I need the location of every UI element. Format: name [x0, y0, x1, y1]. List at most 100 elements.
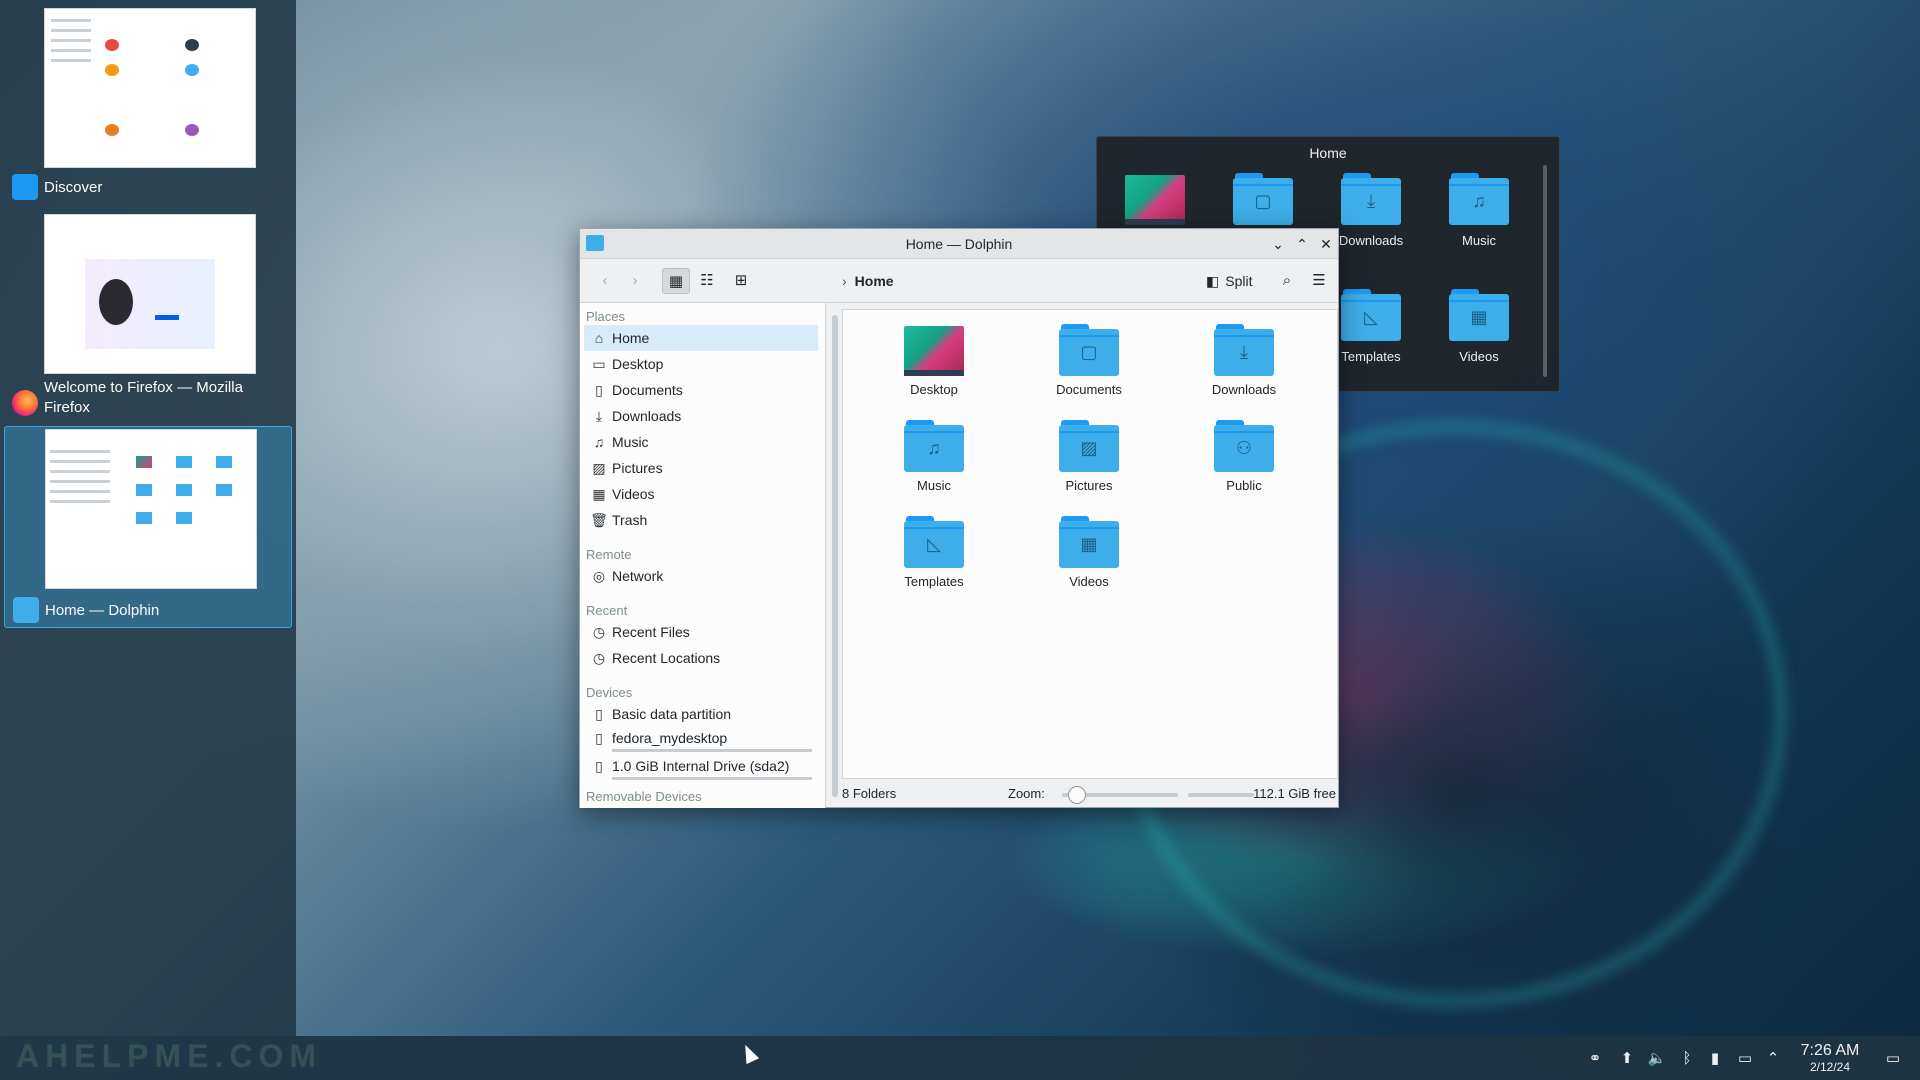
device-item-basic-data-partition[interactable]: ▯ Basic data partition	[584, 701, 818, 727]
places-scrollbar[interactable]	[832, 315, 838, 797]
breadcrumb[interactable]: › Home	[842, 268, 894, 294]
dolphin-icon	[13, 597, 39, 623]
switcher-item-dolphin[interactable]: Home — Dolphin	[4, 426, 292, 628]
home-icon: ⌂	[594, 330, 604, 346]
desktop-folder-icon	[1125, 173, 1185, 225]
file-item-desktop[interactable]: Desktop	[869, 324, 999, 397]
bluetooth-icon[interactable]: ᛒ	[1676, 1048, 1698, 1070]
network-icon: ◎	[592, 568, 606, 584]
places-item-network[interactable]: ◎ Network	[584, 563, 818, 589]
places-item-home[interactable]: ⌂ Home	[584, 325, 818, 351]
places-item-desktop[interactable]: ▭ Desktop	[584, 351, 818, 377]
videos-icon: ▦	[592, 486, 606, 502]
usb-drive-icon[interactable]: ▮	[1704, 1048, 1726, 1070]
search-icon: ⌕	[1282, 272, 1292, 289]
popup-item-videos[interactable]: ▦ Videos	[1431, 289, 1527, 364]
minimize-button[interactable]: ⌄	[1268, 234, 1288, 254]
switcher-item-discover[interactable]: Discover	[4, 6, 292, 202]
folder-count: 8 Folders	[842, 786, 897, 801]
file-view: Desktop ▢ Documents ⤓ Downloads ♫ Music …	[842, 309, 1338, 779]
places-item-videos[interactable]: ▦ Videos	[584, 481, 818, 507]
downloads-icon: ⤓	[595, 408, 603, 424]
documents-folder-icon: ▢	[1233, 173, 1293, 225]
updates-icon[interactable]: ⬆	[1616, 1048, 1638, 1070]
recent-locations-icon: ◷	[592, 650, 606, 666]
videos-folder-icon: ▦	[1059, 516, 1119, 568]
split-icon: ◧	[1206, 273, 1220, 289]
file-item-pictures[interactable]: ▨ Pictures	[1024, 420, 1154, 493]
switcher-title-dolphin: Home — Dolphin	[45, 602, 160, 619]
digital-clock[interactable]: 7:26 AM 2/12/24	[1790, 1042, 1870, 1074]
volume-icon[interactable]: 🔈	[1646, 1048, 1668, 1070]
file-item-downloads[interactable]: ⤓ Downloads	[1179, 324, 1309, 397]
downloads-folder-icon: ⤓	[1341, 173, 1401, 225]
switcher-title-discover: Discover	[44, 179, 103, 196]
file-item-documents[interactable]: ▢ Documents	[1024, 324, 1154, 397]
videos-folder-icon: ▦	[1449, 289, 1509, 341]
firefox-icon	[12, 390, 38, 416]
places-item-pictures[interactable]: ▨ Pictures	[584, 455, 818, 481]
recent-section-header: Recent	[586, 603, 628, 618]
remote-section-header: Remote	[586, 547, 632, 562]
places-section-header: Places	[586, 309, 626, 324]
zoom-label: Zoom:	[1008, 786, 1045, 801]
internal-drive-usage-bar	[612, 777, 812, 780]
templates-folder-icon: ◺	[1341, 289, 1401, 341]
popup-label-videos: Videos	[1459, 349, 1499, 364]
back-button[interactable]: ‹	[592, 268, 618, 294]
network-icon[interactable]: ▭	[1734, 1048, 1756, 1070]
places-item-recent-files[interactable]: ◷ Recent Files	[584, 619, 818, 645]
file-item-videos[interactable]: ▦ Videos	[1024, 516, 1154, 589]
popup-scrollbar[interactable]	[1543, 165, 1547, 377]
documents-folder-icon: ▢	[1059, 324, 1119, 376]
free-space-label: 112.1 GiB free	[1253, 786, 1336, 801]
file-item-music[interactable]: ♫ Music	[869, 420, 999, 493]
places-item-trash[interactable]: 🗑 Trash	[584, 507, 818, 533]
icons-view-button[interactable]: ▦	[662, 268, 690, 294]
firefox-thumbnail	[44, 214, 256, 374]
close-button[interactable]: ✕	[1316, 234, 1336, 254]
places-item-downloads[interactable]: ⤓ Downloads	[584, 403, 818, 429]
popup-item-documents[interactable]: ▢	[1215, 173, 1311, 225]
device-item-internal-drive[interactable]: ▯ 1.0 GiB Internal Drive (sda2)	[584, 753, 818, 779]
file-item-public[interactable]: ⚇ Public	[1179, 420, 1309, 493]
chevron-right-icon: ›	[842, 273, 847, 289]
popup-item-desktop[interactable]	[1107, 173, 1203, 225]
free-space-bar	[1188, 793, 1254, 797]
popup-label-music: Music	[1462, 233, 1496, 248]
maximize-button[interactable]: ⌃	[1292, 234, 1312, 254]
breadcrumb-home[interactable]: Home	[855, 273, 894, 289]
devices-section-header: Devices	[586, 685, 633, 700]
hamburger-icon: ☰	[1312, 272, 1326, 289]
switcher-item-firefox[interactable]: Welcome to Firefox — Mozilla Firefox	[4, 214, 292, 424]
search-button[interactable]: ⌕	[1274, 268, 1300, 294]
menu-button[interactable]: ☰	[1306, 268, 1332, 294]
drive-icon: ▯	[595, 730, 603, 746]
fedora-usage-bar	[612, 749, 812, 752]
popup-item-music[interactable]: ♫ Music	[1431, 173, 1527, 248]
removable-section-header: Removable Devices	[586, 789, 702, 804]
dolphin-window: Home — Dolphin ⌄ ⌃ ✕ ‹ › ▦ ☷ ⊞ › Home ◧ Sp…	[579, 228, 1339, 808]
forward-button[interactable]: ›	[622, 268, 648, 294]
device-item-fedora[interactable]: ▯ fedora_mydesktop	[584, 725, 818, 751]
places-item-recent-locations[interactable]: ◷ Recent Locations	[584, 645, 818, 671]
places-item-documents[interactable]: ▯ Documents	[584, 377, 818, 403]
show-desktop-icon[interactable]: ▭	[1882, 1048, 1904, 1070]
pictures-icon: ▨	[592, 460, 606, 476]
task-switcher: Discover Welcome to Firefox — Mozilla Fi…	[0, 0, 296, 1036]
details-view-button[interactable]: ⊞	[728, 268, 754, 294]
music-folder-icon: ♫	[1449, 173, 1509, 225]
split-button[interactable]: ◧ Split	[1206, 268, 1252, 294]
main-toolbar: ‹ › ▦ ☷ ⊞ › Home ◧ Split ⌕ ☰	[580, 259, 1338, 303]
zoom-slider-handle[interactable]	[1068, 786, 1086, 804]
compact-view-button[interactable]: ☷	[694, 268, 720, 294]
trash-icon: 🗑	[590, 512, 608, 528]
kde-connect-icon[interactable]: ⚭	[1584, 1048, 1606, 1070]
window-titlebar[interactable]: Home — Dolphin ⌄ ⌃ ✕	[580, 229, 1338, 259]
file-item-templates[interactable]: ◺ Templates	[869, 516, 999, 589]
places-item-music[interactable]: ♫ Music	[584, 429, 818, 455]
switcher-title-firefox: Welcome to Firefox — Mozilla Firefox	[44, 379, 243, 416]
public-folder-icon: ⚇	[1214, 420, 1274, 472]
tray-expand-icon[interactable]: ⌃	[1762, 1048, 1784, 1070]
desktop-folder-icon	[904, 324, 964, 376]
